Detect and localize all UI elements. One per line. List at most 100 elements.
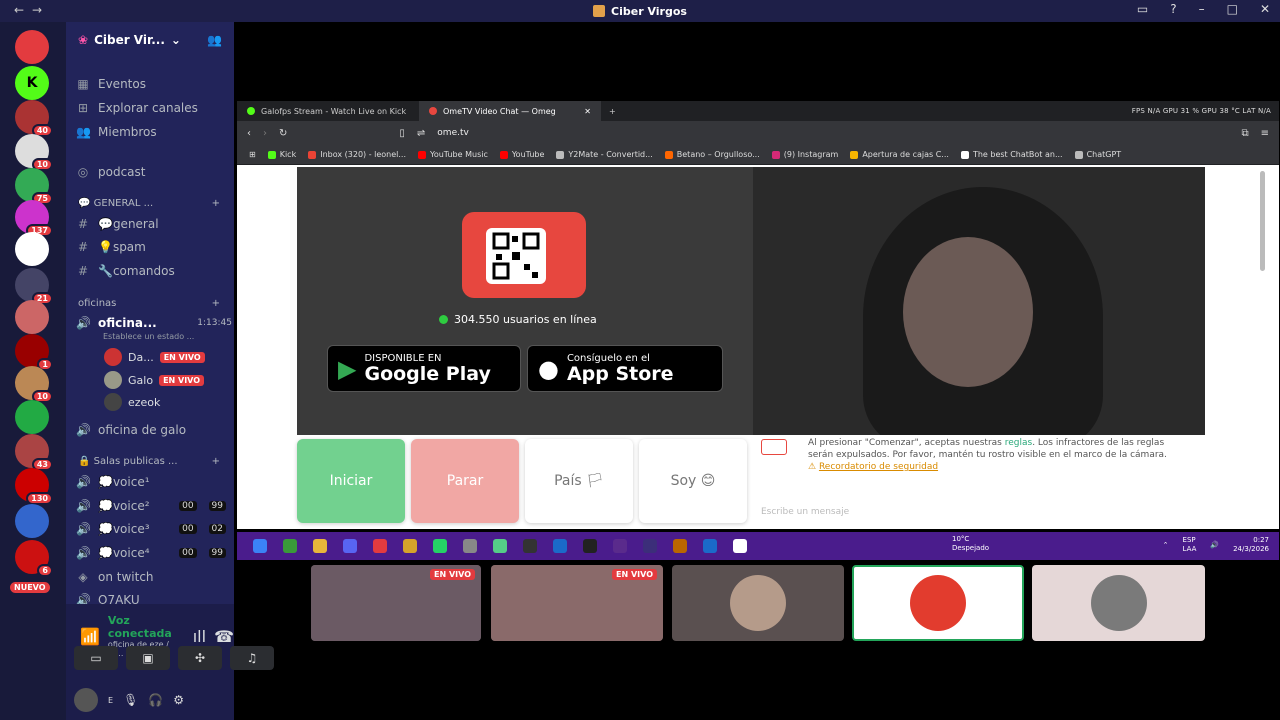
server-icon-discord-home[interactable] [15, 30, 49, 64]
bookmark-item[interactable]: The best ChatBot an... [960, 150, 1063, 159]
taskbar-app-icon[interactable] [643, 539, 657, 553]
taskbar-app-icon[interactable] [253, 539, 267, 553]
tab-ometv[interactable]: OmeTV Video Chat — Omeg ✕ [419, 101, 601, 121]
taskbar-app-icon[interactable] [403, 539, 417, 553]
address-bar[interactable]: ome.tv [437, 128, 469, 138]
add-member-icon[interactable]: 👥 [207, 33, 222, 47]
taskbar-app-icon[interactable] [493, 539, 507, 553]
site-info-icon[interactable]: ⇌ [417, 128, 425, 139]
server-icon-s5[interactable]: 75 [15, 168, 53, 205]
close-icon[interactable]: ✕ [584, 107, 591, 116]
stream-tile[interactable]: EN VIVO [311, 565, 481, 641]
server-icon-s12[interactable] [15, 400, 49, 434]
bookmark-item[interactable]: ChatGPT [1074, 150, 1121, 159]
voice-channel-4[interactable]: 🔊 💭voice⁴ 00 99 [76, 543, 226, 563]
screen-share-button[interactable]: ▣ [126, 646, 170, 670]
voice-user[interactable]: Galo EN VIVO [104, 371, 205, 389]
channel-comandos[interactable]: # 🔧comandos [76, 261, 226, 281]
taskbar-app-icon[interactable] [703, 539, 717, 553]
server-icon-s13[interactable]: 43 [15, 434, 53, 471]
taskbar-app-icon[interactable] [373, 539, 387, 553]
nav-arrows[interactable]: ←→ [14, 3, 50, 17]
back-icon[interactable]: ‹ [247, 128, 251, 139]
noise-icon[interactable]: ıll [193, 627, 206, 646]
activities-button[interactable]: ✣ [178, 646, 222, 670]
taskbar-app-icon[interactable] [613, 539, 627, 553]
server-icon-s9[interactable] [15, 300, 49, 334]
bookmark-item[interactable]: Inbox (320) - leonel... [308, 150, 406, 159]
channel-general[interactable]: # 💬general [76, 214, 226, 234]
server-icon-s4[interactable]: 10 [15, 134, 53, 171]
voice-channel-3[interactable]: 🔊 💭voice³ 00 02 [76, 519, 226, 539]
stop-button[interactable]: Parar [411, 439, 519, 523]
category-public[interactable]: 🔒 Salas publicas ... + [78, 456, 220, 467]
stream-tile[interactable]: EN VIVO [491, 565, 663, 641]
server-icon-s16[interactable]: 6 [15, 540, 53, 577]
bookmark-item[interactable]: YouTube [499, 150, 544, 159]
plus-icon[interactable]: + [212, 298, 220, 309]
active-voice-channel[interactable]: 🔊 oficina... 1:13:45 [76, 313, 232, 333]
bookmark-item[interactable]: Y2Mate - Convertid... [556, 150, 653, 159]
bookmark-item[interactable]: Apertura de cajas C... [850, 150, 949, 159]
taskbar-app-icon[interactable] [553, 539, 567, 553]
disconnect-icon[interactable]: ☎ [214, 627, 234, 646]
server-icon-s7[interactable] [15, 232, 49, 266]
user-tile-speaking[interactable] [852, 565, 1024, 641]
voice-user[interactable]: ezeok [104, 393, 160, 411]
bookmark-icon[interactable]: ▯ [399, 128, 405, 139]
microphone-icon[interactable]: 🎙 [123, 693, 138, 707]
menu-icon[interactable]: ≡ [1261, 128, 1269, 139]
voice-channel-1[interactable]: 🔊 💭voice¹ [76, 472, 226, 492]
members-link[interactable]: 👥 Miembros [76, 122, 226, 142]
server-icon-kick[interactable]: K [15, 66, 49, 100]
plus-icon[interactable]: + [212, 456, 220, 467]
chevron-up-icon[interactable]: ⌃ [1163, 541, 1169, 550]
server-icon-s11[interactable]: 10 [15, 366, 53, 403]
maximize-button[interactable]: □ [1227, 2, 1238, 16]
apps-icon[interactable]: ⊞ [249, 150, 256, 159]
taskbar-app-icon[interactable] [313, 539, 327, 553]
google-play-button[interactable]: ▶ DISPONIBLE EN Google Play [327, 345, 521, 392]
new-tab-button[interactable]: + [601, 107, 624, 116]
weather-widget[interactable]: 10°C Despejado [952, 535, 989, 553]
taskbar-app-icon[interactable] [673, 539, 687, 553]
camera-button[interactable]: ▭ [74, 646, 118, 670]
taskbar-app-icon[interactable] [463, 539, 477, 553]
plus-icon[interactable]: + [212, 198, 220, 209]
safety-link[interactable]: Recordatorio de seguridad [819, 462, 938, 472]
minimize-button[interactable]: – [1199, 2, 1205, 16]
voice-status[interactable]: Establece un estado ... [103, 332, 194, 341]
channel-spam[interactable]: # 💡spam [76, 237, 226, 257]
gear-icon[interactable]: ⚙ [173, 693, 184, 707]
reload-icon[interactable]: ↻ [279, 128, 287, 139]
close-button[interactable]: ✕ [1260, 2, 1270, 16]
inbox-icon[interactable]: ▭ [1137, 2, 1148, 16]
headphones-icon[interactable]: 🎧 [148, 693, 163, 707]
rules-link[interactable]: reglas [1005, 438, 1032, 448]
bookmark-item[interactable]: Betano – Orgulloso... [664, 150, 760, 159]
events-link[interactable]: ▦ Eventos [76, 74, 226, 94]
taskbar-app-icon[interactable] [343, 539, 357, 553]
channel-on-twitch[interactable]: ◈ on twitch [76, 567, 226, 587]
country-button[interactable]: País 🏳 [525, 439, 633, 523]
taskbar-app-icon[interactable] [283, 539, 297, 553]
voice-user[interactable]: Da... EN VIVO [104, 348, 205, 366]
volume-icon[interactable]: 🔊 [1210, 541, 1219, 550]
start-button[interactable]: Iniciar [297, 439, 405, 523]
voice-channel-2[interactable]: 🔊 💭voice² 00 99 [76, 496, 226, 516]
taskbar-app-icon[interactable] [733, 539, 747, 553]
category-general[interactable]: 💬 GENERAL ... + [78, 198, 220, 209]
tab-kick[interactable]: Galofps Stream - Watch Live on Kick [237, 101, 419, 121]
server-icon-s10[interactable]: 1 [15, 334, 53, 371]
category-offices[interactable]: oficinas + [78, 298, 220, 309]
bookmark-item[interactable]: (9) Instagram [771, 150, 838, 159]
server-icon-s6[interactable]: 137 [15, 200, 53, 237]
channel-office-galo[interactable]: 🔊 oficina de galo [76, 420, 226, 440]
taskbar-app-icon[interactable] [523, 539, 537, 553]
channel-podcast[interactable]: ◎ podcast [76, 162, 226, 182]
taskbar-app-icon[interactable] [433, 539, 447, 553]
bookmark-item[interactable]: Kick [267, 150, 296, 159]
bookmark-item[interactable]: YouTube Music [418, 150, 488, 159]
page-scrollbar[interactable] [1260, 171, 1265, 271]
guild-header[interactable]: ❀ Ciber Vir... ⌄ 👥 [66, 22, 234, 58]
